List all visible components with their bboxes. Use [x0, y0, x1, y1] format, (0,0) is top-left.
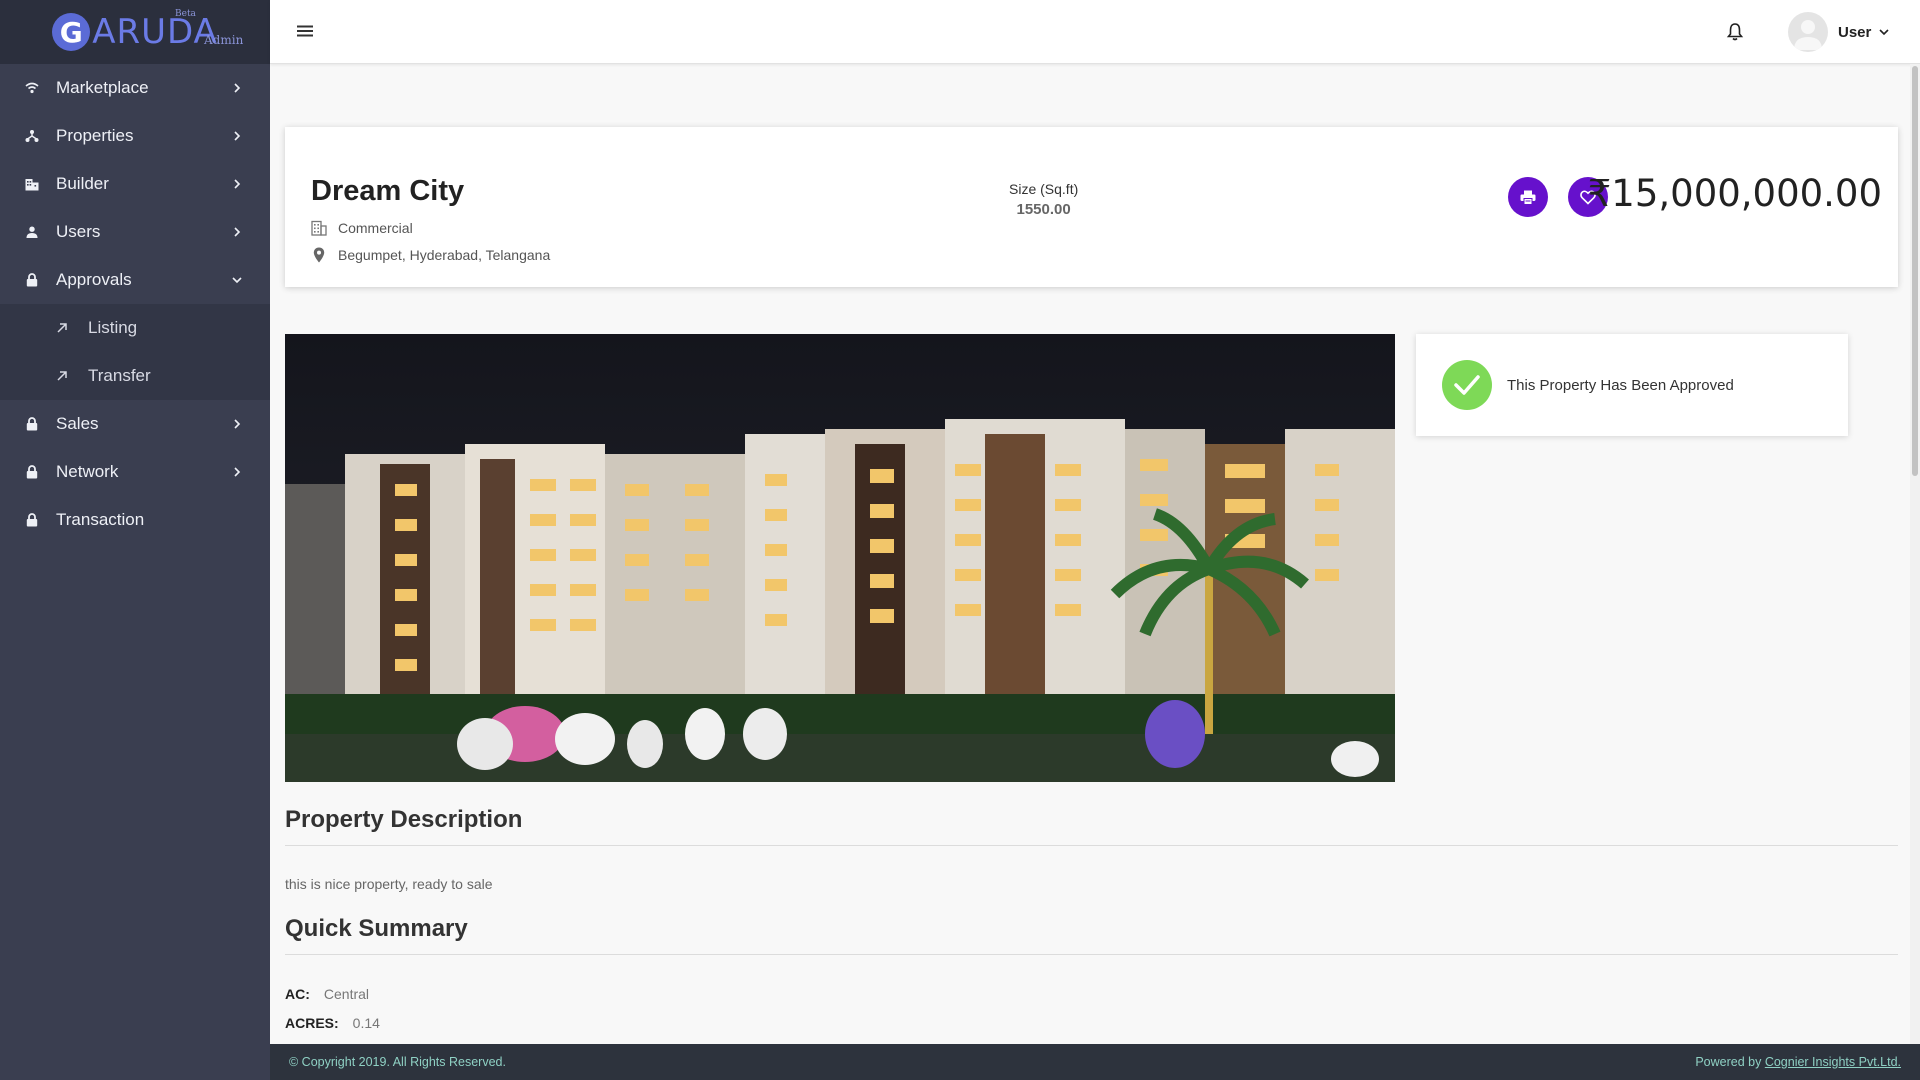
brand-logo[interactable]: G ARUDA Beta Admin — [0, 0, 270, 64]
sidebar-subitem-transfer[interactable]: Transfer — [0, 352, 270, 400]
menu-toggle-button[interactable] — [296, 24, 314, 38]
property-header-card: Dream City Commercial Begumpet, Hyderaba… — [285, 127, 1898, 287]
sidebar-subitem-listing[interactable]: Listing — [0, 304, 270, 352]
chevron-right-icon — [232, 419, 242, 429]
summary-row: AC: Central — [285, 986, 369, 1002]
brand-beta-label: Beta — [175, 9, 196, 19]
arrow-up-right-icon — [56, 322, 72, 334]
main-content: Dream City Commercial Begumpet, Hyderaba… — [270, 64, 1910, 1044]
chevron-right-icon — [232, 179, 242, 189]
chevron-right-icon — [232, 467, 242, 477]
sidebar-item-label: Transaction — [56, 510, 145, 529]
quick-summary-heading: Quick Summary — [285, 915, 468, 942]
wifi-icon — [24, 80, 40, 96]
summary-row: ACRES: 0.14 — [285, 1015, 380, 1031]
property-type-label: Commercial — [338, 220, 413, 236]
bell-icon — [1726, 23, 1744, 41]
network-icon — [24, 128, 40, 144]
copyright-text: © Copyright 2019. All Rights Reserved. — [289, 1055, 506, 1069]
page-scrollbar[interactable] — [1910, 64, 1920, 1044]
property-title: Dream City — [311, 175, 465, 207]
brand-name: ARUDA — [92, 12, 218, 52]
size-value: 1550.00 — [1016, 201, 1071, 218]
lock-icon — [24, 512, 40, 528]
building-icon — [24, 176, 40, 192]
sidebar-item-label: Approvals — [56, 270, 132, 289]
sidebar-item-sales[interactable]: Sales — [0, 400, 270, 448]
scrollbar-thumb[interactable] — [1912, 66, 1918, 476]
approval-status-card: This Property Has Been Approved — [1416, 334, 1848, 436]
property-type: Commercial — [311, 220, 413, 236]
default-avatar-icon — [1794, 20, 1822, 50]
brand-admin-label: Admin — [204, 33, 244, 47]
property-location-label: Begumpet, Hyderabad, Telangana — [338, 247, 551, 263]
company-link[interactable]: Cognier Insights Pvt.Ltd. — [1765, 1055, 1901, 1069]
sidebar-item-users[interactable]: Users — [0, 208, 270, 256]
person-icon — [24, 224, 40, 240]
chevron-right-icon — [232, 83, 242, 93]
sidebar-item-network[interactable]: Network — [0, 448, 270, 496]
chevron-right-icon — [232, 227, 242, 237]
chevron-right-icon — [232, 131, 242, 141]
property-description-text: this is nice property, ready to sale — [285, 876, 493, 892]
property-description-heading: Property Description — [285, 806, 523, 833]
sidebar-item-label: Sales — [56, 414, 99, 433]
check-circle-icon — [1442, 360, 1492, 410]
sidebar-item-properties[interactable]: Properties — [0, 112, 270, 160]
property-price: ₹15,000,000.00 — [1587, 172, 1882, 215]
approvals-submenu: Listing Transfer — [0, 304, 270, 400]
hamburger-icon — [297, 25, 313, 37]
divider — [285, 845, 1898, 846]
building-icon — [311, 220, 327, 236]
footer: © Copyright 2019. All Rights Reserved. P… — [270, 1044, 1920, 1080]
notifications-button[interactable] — [1726, 22, 1744, 42]
user-menu[interactable]: User — [1788, 12, 1889, 52]
sidebar-item-label: Properties — [56, 126, 134, 145]
property-photo-illustration — [285, 334, 1395, 782]
lock-icon — [24, 464, 40, 480]
sidebar-item-label: Marketplace — [56, 78, 149, 97]
property-location: Begumpet, Hyderabad, Telangana — [311, 247, 550, 263]
sidebar-subitem-label: Transfer — [88, 366, 151, 385]
sidebar-item-approvals[interactable]: Approvals — [0, 256, 270, 304]
chevron-down-icon — [232, 275, 242, 285]
divider — [285, 954, 1898, 955]
powered-by: Powered by Cognier Insights Pvt.Ltd. — [1695, 1055, 1901, 1069]
chevron-down-icon — [1879, 27, 1889, 37]
lock-icon — [24, 272, 40, 288]
brand-logo-mark: G — [52, 13, 91, 51]
sidebar-item-marketplace[interactable]: Marketplace — [0, 64, 270, 112]
sidebar: G ARUDA Beta Admin Marketplace Propertie… — [0, 0, 270, 1080]
sidebar-item-label: Builder — [56, 174, 109, 193]
sidebar-item-transaction[interactable]: Transaction — [0, 496, 270, 544]
top-header: User — [270, 0, 1920, 64]
approval-status-text: This Property Has Been Approved — [1507, 376, 1734, 394]
summary-key: AC: — [285, 986, 310, 1002]
summary-key: ACRES: — [285, 1015, 339, 1031]
location-pin-icon — [311, 247, 327, 263]
size-label: Size (Sq.ft) — [1009, 181, 1079, 197]
sidebar-nav: Marketplace Properties Builder Users App… — [0, 64, 270, 544]
sidebar-item-builder[interactable]: Builder — [0, 160, 270, 208]
lock-icon — [24, 416, 40, 432]
property-image[interactable] — [285, 334, 1395, 782]
user-name: User — [1838, 23, 1872, 41]
property-size: Size (Sq.ft) 1550.00 — [1009, 181, 1078, 218]
sidebar-item-label: Network — [56, 462, 119, 481]
sidebar-subitem-label: Listing — [88, 318, 138, 337]
summary-value: Central — [323, 986, 370, 1002]
powered-by-label: Powered by — [1695, 1055, 1765, 1069]
summary-value: 0.14 — [352, 1015, 380, 1031]
sidebar-item-label: Users — [56, 222, 101, 241]
arrow-up-right-icon — [56, 370, 72, 382]
avatar — [1788, 12, 1828, 52]
